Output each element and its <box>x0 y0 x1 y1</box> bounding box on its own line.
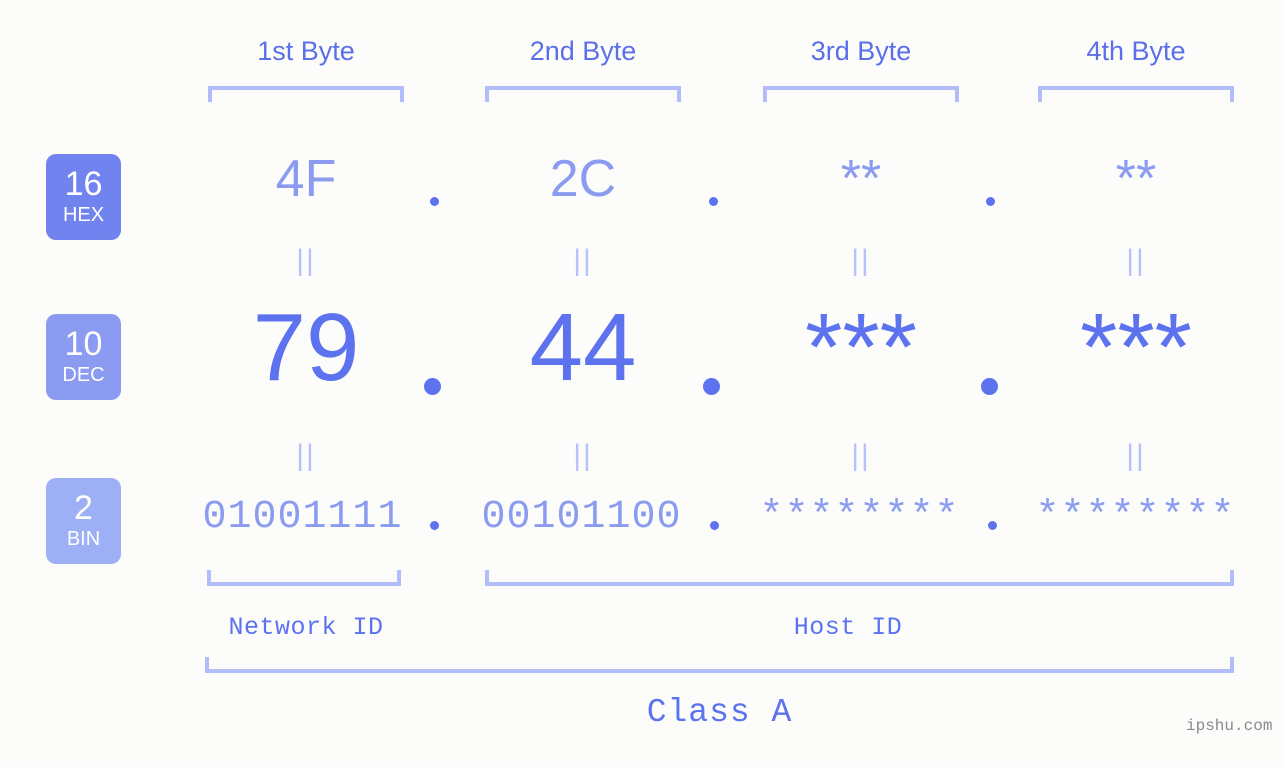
dec-separator-dot-1 <box>424 378 441 395</box>
byte-bracket-top-4 <box>1038 86 1234 102</box>
byte-bracket-top-2 <box>485 86 681 102</box>
binary-value-byte-4: ******** <box>1035 495 1236 540</box>
connector-dec-bin-4: || <box>1126 439 1146 472</box>
host-id-label: Host ID <box>793 613 903 642</box>
connector-dec-bin-2: || <box>573 439 593 472</box>
hex-value-byte-3: ** <box>840 150 882 208</box>
base-badge-dec-abbr: DEC <box>62 363 105 386</box>
connector-hex-dec-2: || <box>573 244 593 277</box>
dec-separator-dot-2 <box>703 378 720 395</box>
hex-value-byte-2: 2C <box>549 150 617 208</box>
byte-header-4: 4th Byte <box>1086 36 1186 66</box>
connector-dec-bin-1: || <box>296 439 316 472</box>
binary-value-byte-2: 00101100 <box>481 495 682 540</box>
hex-value-byte-4: ** <box>1115 150 1157 208</box>
base-badge-bin: 2 BIN <box>46 478 121 564</box>
hex-separator-dot-1 <box>430 197 439 206</box>
ip-byte-breakdown-diagram: 1st Byte 2nd Byte 3rd Byte 4th Byte 16 H… <box>0 0 1285 767</box>
dec-value-byte-3: *** <box>804 294 918 401</box>
watermark: ipshu.com <box>1186 717 1273 735</box>
network-id-bracket <box>207 570 401 586</box>
dec-value-byte-4: *** <box>1079 294 1193 401</box>
byte-bracket-top-3 <box>763 86 959 102</box>
host-id-bracket <box>485 570 1234 586</box>
byte-bracket-top-1 <box>208 86 404 102</box>
binary-value-byte-1: 01001111 <box>202 495 403 540</box>
hex-separator-dot-3 <box>986 197 995 206</box>
base-badge-hex-abbr: HEX <box>62 203 105 226</box>
connector-hex-dec-4: || <box>1126 244 1146 277</box>
byte-header-1: 1st Byte <box>257 36 355 66</box>
base-badge-dec: 10 DEC <box>46 314 121 400</box>
hex-separator-dot-2 <box>709 197 718 206</box>
binary-separator-dot-2 <box>710 521 719 530</box>
binary-value-byte-3: ******** <box>759 495 960 540</box>
byte-header-3: 3rd Byte <box>810 36 912 66</box>
connector-hex-dec-1: || <box>296 244 316 277</box>
base-badge-hex-number: 16 <box>64 165 103 204</box>
connector-dec-bin-3: || <box>851 439 871 472</box>
class-label: Class A <box>646 694 793 731</box>
network-id-label: Network ID <box>228 613 384 642</box>
base-badge-dec-number: 10 <box>64 325 103 364</box>
dec-value-byte-1: 79 <box>252 294 360 401</box>
binary-separator-dot-3 <box>988 521 997 530</box>
base-badge-hex: 16 HEX <box>46 154 121 240</box>
base-badge-bin-abbr: BIN <box>66 527 101 550</box>
binary-separator-dot-1 <box>430 521 439 530</box>
dec-value-byte-2: 44 <box>529 294 637 401</box>
connector-hex-dec-3: || <box>851 244 871 277</box>
class-bracket <box>205 657 1234 673</box>
base-badge-bin-number: 2 <box>74 489 93 528</box>
dec-separator-dot-3 <box>981 378 998 395</box>
byte-header-2: 2nd Byte <box>529 36 637 66</box>
hex-value-byte-1: 4F <box>275 150 337 208</box>
